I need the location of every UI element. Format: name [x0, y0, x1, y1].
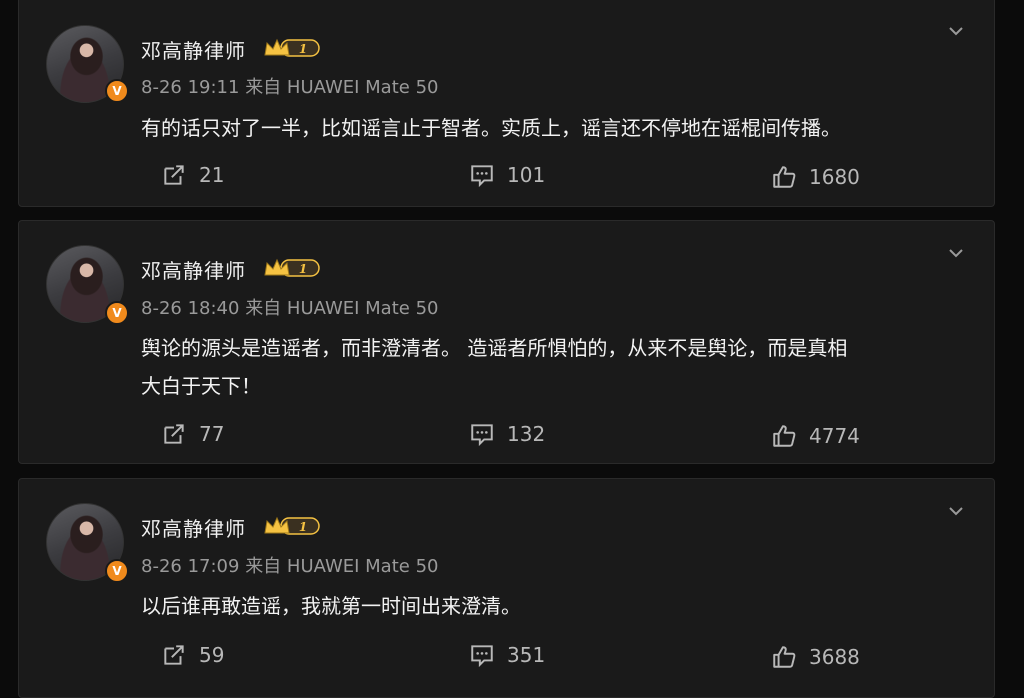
author-name[interactable]: 邓高静律师 — [141, 513, 246, 542]
post-meta: 8-26 19:11 来自 HUAWEI Mate 50 — [141, 73, 438, 99]
like-button[interactable]: 4774 — [771, 423, 860, 449]
repost-count: 77 — [199, 422, 225, 446]
comment-button[interactable]: 132 — [469, 421, 545, 447]
comment-icon — [471, 424, 493, 447]
like-button[interactable]: 1680 — [771, 164, 860, 190]
comment-icon — [471, 645, 493, 668]
level-number: 1 — [299, 262, 307, 276]
crown-badge-icon[interactable]: 1 — [263, 257, 321, 279]
comment-button[interactable]: 101 — [469, 162, 545, 188]
crown-badge-icon[interactable]: 1 — [263, 515, 321, 537]
post-text: 以后谁再敢造谣，我就第一时间出来澄清。 — [141, 587, 961, 625]
like-icon — [773, 646, 796, 668]
verified-badge-icon: V — [105, 559, 129, 583]
like-button[interactable]: 3688 — [771, 644, 860, 670]
like-count: 3688 — [809, 645, 860, 669]
post-card: V 邓高静律师 1 8-26 19:11 来自 HUAWEI Mate 50 有… — [18, 0, 995, 207]
author-name[interactable]: 邓高静律师 — [141, 255, 246, 284]
post-meta: 8-26 17:09 来自 HUAWEI Mate 50 — [141, 552, 438, 578]
like-icon — [773, 166, 796, 188]
post-source: 来自 HUAWEI Mate 50 — [245, 298, 439, 319]
level-number: 1 — [299, 520, 307, 534]
chevron-down-icon[interactable] — [948, 245, 964, 261]
verified-badge-icon: V — [105, 301, 129, 325]
post-time[interactable]: 8-26 19:11 — [141, 77, 239, 98]
like-icon — [773, 425, 796, 447]
post-time[interactable]: 8-26 18:40 — [141, 298, 239, 319]
post-text-line: 舆论的源头是造谣者，而非澄清者。 造谣者所惧怕的，从来不是舆论，而是真相 — [141, 336, 848, 360]
chevron-down-icon[interactable] — [948, 503, 964, 519]
post-text-line: 有的话只对了一半，比如谣言止于智者。实质上，谣言还不停地在谣棍间传播。 — [141, 116, 841, 140]
repost-button[interactable]: 21 — [161, 162, 224, 188]
level-number: 1 — [299, 42, 307, 56]
verified-badge-icon: V — [105, 79, 129, 103]
comment-button[interactable]: 351 — [469, 642, 545, 668]
like-count: 1680 — [809, 165, 860, 189]
post-card: V 邓高静律师 1 8-26 18:40 来自 HUAWEI Mate 50 舆… — [18, 220, 995, 464]
comment-count: 101 — [507, 163, 546, 187]
post-time[interactable]: 8-26 17:09 — [141, 556, 239, 577]
post-card: V 邓高静律师 1 8-26 17:09 来自 HUAWEI Mate 50 以… — [18, 478, 995, 698]
post-meta: 8-26 18:40 来自 HUAWEI Mate 50 — [141, 294, 438, 320]
repost-count: 21 — [199, 163, 225, 187]
post-source: 来自 HUAWEI Mate 50 — [245, 556, 439, 577]
like-count: 4774 — [809, 424, 860, 448]
crown-badge-icon[interactable]: 1 — [263, 37, 321, 59]
repost-button[interactable]: 59 — [161, 642, 224, 668]
post-source: 来自 HUAWEI Mate 50 — [245, 77, 439, 98]
post-text-line: 大白于天下！ — [141, 374, 261, 398]
post-text: 有的话只对了一半，比如谣言止于智者。实质上，谣言还不停地在谣棍间传播。 — [141, 109, 961, 147]
post-text-line: 以后谁再敢造谣，我就第一时间出来澄清。 — [141, 594, 521, 618]
chevron-down-icon[interactable] — [948, 23, 964, 39]
comment-count: 132 — [507, 422, 546, 446]
repost-icon — [164, 165, 184, 185]
comment-count: 351 — [507, 643, 546, 667]
repost-button[interactable]: 77 — [161, 421, 224, 447]
author-name[interactable]: 邓高静律师 — [141, 35, 246, 64]
post-text: 舆论的源头是造谣者，而非澄清者。 造谣者所惧怕的，从来不是舆论，而是真相 大白于… — [141, 329, 961, 405]
repost-icon — [164, 645, 184, 665]
repost-icon — [164, 424, 184, 444]
comment-icon — [471, 165, 493, 188]
repost-count: 59 — [199, 643, 225, 667]
